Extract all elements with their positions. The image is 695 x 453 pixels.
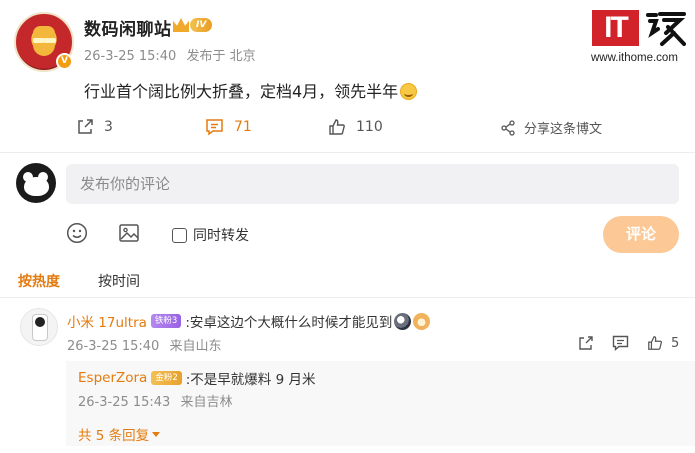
checkbox-box[interactable] [172,227,187,243]
post-author-name[interactable]: 数码闲聊站 [84,15,172,40]
fan-level-badge: 金粉2 [151,371,182,385]
post-time[interactable]: 26-3-25 15:40 [84,49,176,64]
crown-icon [173,18,189,32]
repost-icon[interactable] [578,335,594,351]
comment-line: 小米 17ultra 铁粉3 :安卓这边个大概什么时候才能见到 [67,311,431,331]
like-count: 110 [356,119,383,135]
reply-meta: 26-3-25 15:43 来自吉林 [78,391,233,410]
level-label: IV [190,18,213,32]
repost-checkbox[interactable]: 同时转发 [172,225,249,245]
emoji-icon [394,312,412,330]
reply-location: 来自吉林 [180,395,233,410]
comment-button[interactable]: 71 [205,118,252,136]
divider [0,152,695,153]
thumbs-up-icon [648,336,663,350]
post-text: 行业首个阔比例大折叠，定档4月，领先半年 [84,82,399,101]
reply-text: :不是早就爆料 9 月米 [185,372,316,388]
current-user-avatar[interactable] [16,163,56,203]
comment-time: 26-3-25 15:40 [67,339,160,354]
post-content: 行业首个阔比例大折叠，定档4月，领先半年 [84,78,418,102]
like-button[interactable]: 110 [328,118,383,136]
reply-time: 26-3-25 15:43 [78,395,171,410]
comment-icon [206,119,223,136]
post-location: 发布于 北京 [186,49,256,64]
thumbs-up-icon [329,119,345,135]
reply-author-name[interactable]: EsperZora [78,370,147,386]
commenter-avatar[interactable] [20,308,58,346]
submit-comment-button[interactable]: 评论 [603,216,679,253]
comment-like-button[interactable]: 5 [647,335,679,351]
repost-button[interactable]: 3 [76,118,113,136]
share-post-label: 分享这条博文 [524,122,603,137]
reply-line: EsperZora 金粉2 :不是早就爆料 9 月米 [78,368,315,388]
comment-location: 来自山东 [169,339,222,354]
tab-sort-by-hot[interactable]: 按热度 [18,271,60,291]
fan-level-badge: 铁粉3 [150,314,182,328]
emoji-icon[interactable] [66,222,88,244]
more-replies-label: 共 5 条回复 [78,428,150,444]
share-icon [501,119,515,136]
ithome-logo: IT [592,10,639,46]
comment-text: :安卓这边个大概什么时候才能见到 [185,315,393,331]
chevron-down-icon [152,431,161,437]
dog-emoji-icon [413,312,431,330]
comment-input[interactable] [66,164,679,204]
smile-emoji-icon [400,83,418,100]
post-meta: 26-3-25 15:40 发布于 北京 [84,45,262,64]
comment-meta: 26-3-25 15:40 来自山东 [67,335,222,354]
repost-checkbox-label: 同时转发 [193,228,249,244]
more-replies-link[interactable]: 共 5 条回复 [78,424,161,444]
divider [0,297,695,298]
vip-level-badge[interactable]: IV [173,18,213,32]
repost-count: 3 [104,119,113,135]
share-post-button[interactable]: 分享这条博文 [500,118,602,137]
comment-count: 71 [234,119,252,135]
commenter-name[interactable]: 小米 17ultra [67,311,147,331]
repost-icon [78,119,93,134]
image-icon[interactable] [118,222,140,244]
ithome-url: www.ithome.com [591,52,678,64]
tab-sort-by-time[interactable]: 按时间 [98,271,140,291]
comment-like-count: 5 [671,335,680,351]
ithome-logo-glyph-icon [646,12,686,46]
verified-badge: V [56,53,73,70]
reply-icon[interactable] [612,335,629,351]
